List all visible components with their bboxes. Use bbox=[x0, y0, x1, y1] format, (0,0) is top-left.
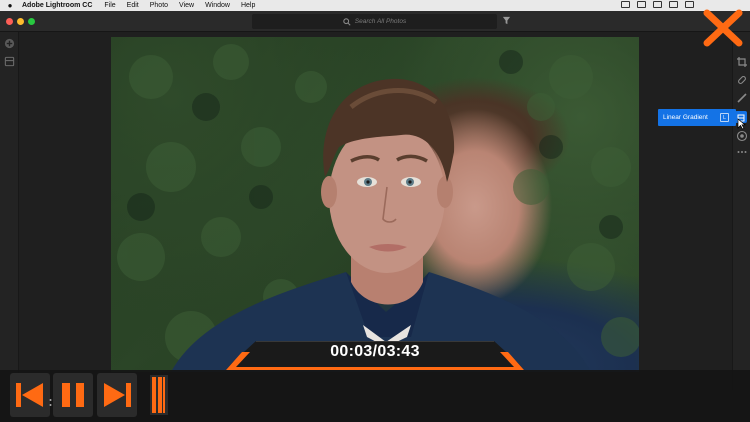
pause-button[interactable] bbox=[53, 373, 93, 417]
title-bar: Search All Photos bbox=[0, 11, 750, 32]
radial-gradient-icon[interactable] bbox=[736, 130, 748, 142]
close-window-button[interactable] bbox=[6, 18, 13, 25]
left-rail bbox=[0, 32, 19, 390]
menu-photo[interactable]: Photo bbox=[150, 2, 168, 9]
menu-edit[interactable]: Edit bbox=[127, 2, 139, 9]
linear-gradient-tooltip: Linear Gradient L bbox=[658, 109, 736, 126]
mouse-cursor-icon bbox=[737, 118, 746, 130]
screen-record-icon[interactable] bbox=[621, 1, 630, 8]
brush-icon[interactable] bbox=[736, 92, 748, 104]
menu-view[interactable]: View bbox=[179, 2, 194, 9]
drag-handle-icon[interactable] bbox=[49, 398, 52, 408]
app-menu[interactable]: Adobe Lightroom CC bbox=[22, 2, 92, 9]
progress-scrubber[interactable] bbox=[148, 373, 170, 417]
timecode: 00:03/03:43 bbox=[330, 343, 420, 360]
healing-brush-icon[interactable] bbox=[736, 74, 748, 86]
close-icon[interactable] bbox=[701, 8, 745, 48]
search-placeholder: Search All Photos bbox=[354, 18, 407, 25]
sync-icon[interactable] bbox=[653, 1, 662, 8]
more-icon[interactable] bbox=[736, 146, 748, 158]
skip-forward-icon bbox=[104, 383, 131, 407]
cloud-icon[interactable] bbox=[637, 1, 646, 8]
menu-bar: ● Adobe Lightroom CC File Edit Photo Vie… bbox=[0, 0, 750, 11]
skip-forward-button[interactable] bbox=[97, 373, 137, 417]
filter-icon[interactable] bbox=[502, 16, 511, 25]
portrait-photo[interactable] bbox=[111, 37, 639, 372]
tooltip-shortcut: L bbox=[720, 113, 729, 122]
menu-window[interactable]: Window bbox=[205, 2, 230, 9]
battery-icon[interactable] bbox=[685, 1, 694, 8]
pause-icon bbox=[62, 383, 84, 407]
wifi-icon[interactable] bbox=[669, 1, 678, 8]
skip-back-icon bbox=[16, 383, 43, 407]
menu-file[interactable]: File bbox=[104, 2, 115, 9]
minimize-window-button[interactable] bbox=[17, 18, 24, 25]
add-icon[interactable] bbox=[4, 38, 15, 49]
tooltip-label: Linear Gradient bbox=[663, 114, 708, 121]
search-input[interactable]: Search All Photos bbox=[252, 14, 497, 29]
menu-help[interactable]: Help bbox=[241, 2, 255, 9]
apple-icon[interactable]: ● bbox=[6, 1, 14, 10]
skip-back-button[interactable] bbox=[10, 373, 50, 417]
right-rail bbox=[732, 32, 750, 390]
crop-icon[interactable] bbox=[736, 56, 748, 68]
window-controls bbox=[6, 18, 35, 25]
library-icon[interactable] bbox=[4, 56, 15, 67]
status-icons bbox=[621, 1, 694, 8]
maximize-window-button[interactable] bbox=[28, 18, 35, 25]
search-icon bbox=[343, 17, 351, 26]
